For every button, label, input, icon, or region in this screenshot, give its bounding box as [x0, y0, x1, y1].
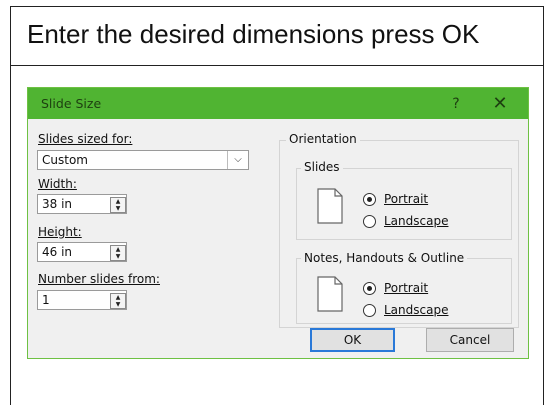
spin-up-icon[interactable]: ▲ [111, 198, 125, 205]
spin-down-icon[interactable]: ▼ [111, 205, 125, 212]
notes-landscape-radio[interactable] [363, 304, 376, 317]
number-slides-from-stepper[interactable]: ▲ ▼ [110, 293, 126, 309]
dialog-title: Slide Size [41, 96, 102, 111]
slides-portrait-radio[interactable] [363, 193, 376, 206]
slides-sized-for-select[interactable]: Custom ⌵ [37, 150, 249, 170]
slides-sized-for-label-text: Slides sized for: [38, 132, 133, 146]
close-button[interactable]: ✕ [486, 92, 514, 116]
notes-orientation-label: Notes, Handouts & Outline [301, 251, 468, 265]
slides-portrait-label[interactable]: Portrait [384, 192, 428, 206]
height-value: 46 in [42, 245, 73, 259]
notes-portrait-label[interactable]: Portrait [384, 281, 428, 295]
number-slides-from-label: Number slides from: [38, 272, 160, 286]
dialog-titlebar: Slide Size ? ✕ [28, 88, 528, 119]
height-spinner[interactable]: 46 in ▲ ▼ [37, 242, 127, 262]
portrait-page-icon [317, 188, 343, 224]
number-slides-from-spinner[interactable]: 1 ▲ ▼ [37, 290, 127, 310]
slides-landscape-label[interactable]: Landscape [384, 214, 448, 228]
ok-button[interactable]: OK [310, 328, 395, 352]
width-spinner[interactable]: 38 in ▲ ▼ [37, 194, 127, 214]
spin-down-icon[interactable]: ▼ [111, 253, 125, 260]
height-stepper[interactable]: ▲ ▼ [110, 245, 126, 261]
help-button[interactable]: ? [443, 93, 469, 115]
slides-landscape-radio[interactable] [363, 215, 376, 228]
width-stepper[interactable]: ▲ ▼ [110, 197, 126, 213]
spin-down-icon[interactable]: ▼ [111, 301, 125, 308]
height-label: Height: [38, 225, 82, 239]
width-value: 38 in [42, 197, 73, 211]
slide-size-dialog: Slide Size ? ✕ Slides sized for: Custom … [27, 87, 529, 359]
instruction-header: Enter the desired dimensions press OK [11, 7, 543, 66]
slides-orientation-label: Slides [301, 160, 343, 174]
instruction-text: Enter the desired dimensions press OK [27, 19, 480, 49]
height-label-text: Height: [38, 225, 82, 239]
portrait-page-icon [317, 276, 343, 312]
spin-up-icon[interactable]: ▲ [111, 246, 125, 253]
chevron-down-icon[interactable]: ⌵ [227, 151, 248, 169]
width-label-text: Width: [38, 177, 77, 191]
number-slides-from-label-text: Number slides from: [38, 272, 160, 286]
notes-portrait-radio[interactable] [363, 282, 376, 295]
notes-landscape-label[interactable]: Landscape [384, 303, 448, 317]
width-label: Width: [38, 177, 77, 191]
cancel-button[interactable]: Cancel [426, 328, 514, 352]
number-slides-from-value: 1 [42, 293, 50, 307]
slides-sized-for-value: Custom [42, 153, 88, 167]
slides-sized-for-label: Slides sized for: [38, 132, 132, 146]
spin-up-icon[interactable]: ▲ [111, 294, 125, 301]
orientation-label: Orientation [286, 132, 360, 146]
